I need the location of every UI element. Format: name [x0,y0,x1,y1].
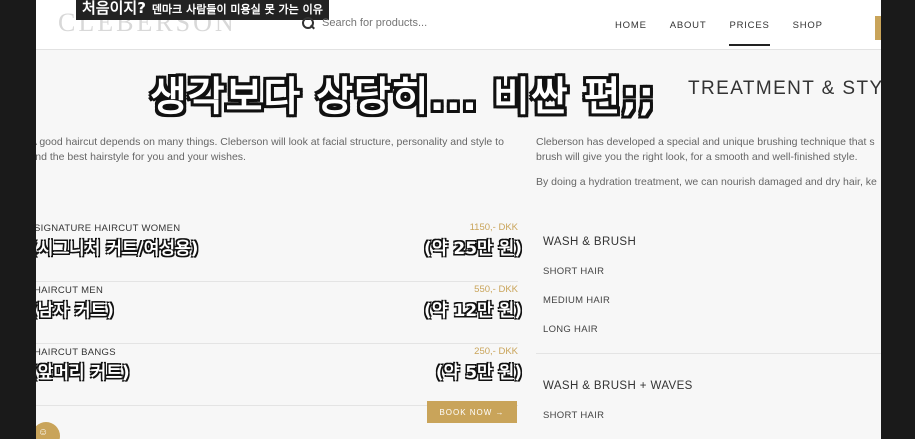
group-title: WASH & BRUSH [543,236,637,248]
chat-icon[interactable]: ☺ [36,422,60,439]
nav-about[interactable]: ABOUT [670,20,707,46]
service-name: SIGNATURE HAIRCUT WOMEN [36,223,181,234]
service-name: HAIRCUT MEN [36,285,104,296]
list-item: SHORT HAIR [543,266,605,277]
top-navigation-bar: CLEBERSON 처음이지?덴마크 사람들이 미용실 못 가는 이유 HOME… [36,0,881,50]
search-bar[interactable] [302,17,502,29]
list-item: SHORT HAIR [543,410,605,421]
price-row: HAIRCUT MEN 550,- DKK (남자 커트) (약 12만 원) [36,282,522,344]
overlay-main: 처음이지? [82,0,146,17]
korean-price-subtitle: (약 5만 원) [435,363,522,383]
korean-price-subtitle: (약 25만 원) [424,239,522,259]
main-nav: HOME ABOUT PRICES SHOP [615,20,823,46]
nav-prices[interactable]: PRICES [729,20,770,46]
intro-right-line: Cleberson has developed a special and un… [536,136,875,148]
header-cta-button[interactable] [875,16,881,40]
treatment-group: WASH & BRUSH SHORT HAIR MEDIUM HAIR LONG… [536,222,881,335]
section-heading: TREATMENT & STYLE [688,78,881,99]
treatment-list: WASH & BRUSH SHORT HAIR MEDIUM HAIR LONG… [536,222,881,421]
treatment-group: WASH & BRUSH + WAVES SHORT HAIR [536,354,881,421]
video-caption: 생각보다 상당히... 비싼 편;; [150,74,656,120]
search-input[interactable] [322,17,502,29]
service-price: 1150,- DKK [469,222,518,233]
price-row: SIGNATURE HAIRCUT WOMEN 1150,- DKK (시그니처… [36,220,522,282]
korean-subtitle: (앞머리 커트) [36,363,130,383]
list-item: MEDIUM HAIR [543,295,611,306]
intro-right-text: Cleberson has developed a special and un… [536,135,881,190]
intro-right-line: By doing a hydration treatment, we can n… [536,176,877,188]
price-list: SIGNATURE HAIRCUT WOMEN 1150,- DKK (시그니처… [36,220,522,406]
list-item: LONG HAIR [543,324,598,335]
korean-subtitle: (시그니처 커트/여성용) [36,239,199,259]
intro-left-text: A good haircut depends on many things. C… [36,136,504,163]
service-price: 550,- DKK [474,284,518,295]
nav-home[interactable]: HOME [615,20,647,46]
video-title-overlay: 처음이지? 덴마크 사람들이 미용실 못 가는 이유 [76,0,329,20]
book-now-button[interactable]: BOOK NOW → [427,401,517,423]
intro-right-line: brush will give you the right look, for … [536,151,858,163]
price-row: HAIRCUT BANGS 250,- DKK (앞머리 커트) (약 5만 원… [36,344,522,406]
nav-shop[interactable]: SHOP [793,20,823,46]
overlay-sub: 덴마크 사람들이 미용실 못 가는 이유 [151,3,323,16]
service-name: HAIRCUT BANGS [36,347,116,358]
search-icon[interactable] [302,17,314,29]
korean-subtitle: (남자 커트) [36,301,115,321]
korean-price-subtitle: (약 12만 원) [424,301,522,321]
service-price: 250,- DKK [474,346,518,357]
group-title: WASH & BRUSH + WAVES [543,380,693,392]
